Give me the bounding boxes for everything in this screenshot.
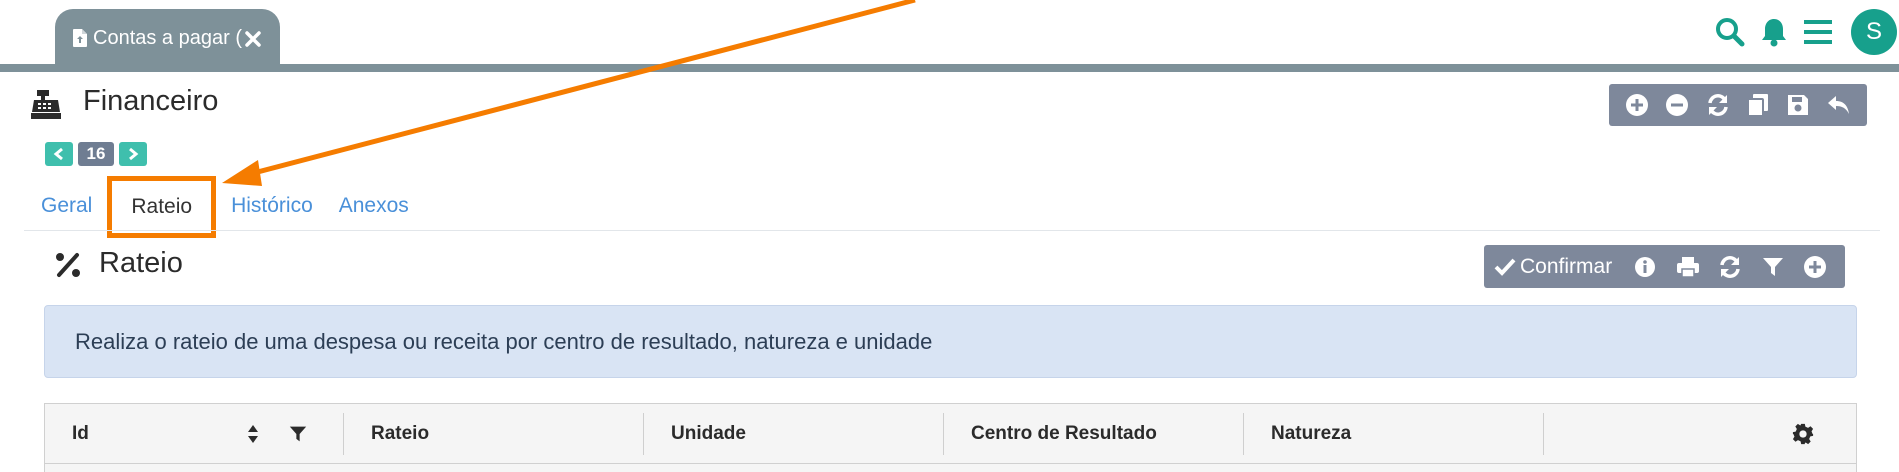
refresh-icon[interactable] [1717,254,1743,280]
info-text: Realiza o rateio de uma despesa ou recei… [75,328,933,354]
plus-circle-icon[interactable] [1802,254,1828,280]
search-icon[interactable] [1713,15,1747,49]
tab-historico[interactable]: Histórico [218,182,326,230]
close-icon[interactable] [244,30,262,48]
rateio-table: Id Rateio Unidade Centro de Resultado Na… [44,403,1857,472]
sort-icon[interactable] [243,424,263,444]
print-icon[interactable] [1675,254,1701,280]
chevron-left-icon [53,147,63,161]
section-tabs: Geral Rateio Histórico Anexos [28,176,422,238]
confirm-label: Confirmar [1520,254,1613,278]
main-toolbar [1609,84,1867,126]
record-number: 16 [78,142,114,166]
top-bar: Contas a pagar ( S [0,0,1899,72]
avatar[interactable]: S [1851,9,1897,55]
previous-record-button[interactable] [45,142,73,166]
undo-icon[interactable] [1826,92,1852,118]
section-toolbar: Confirmar [1484,245,1845,288]
plus-circle-icon[interactable] [1624,92,1650,118]
table-header-row: Id Rateio Unidade Centro de Resultado Na… [45,404,1856,464]
copy-icon[interactable] [1745,92,1771,118]
confirm-button[interactable]: Confirmar [1494,255,1612,279]
column-header-natureza[interactable]: Natureza [1244,404,1544,464]
gear-icon[interactable] [1792,423,1814,445]
info-icon[interactable] [1632,254,1658,280]
topbar-divider [0,64,1899,72]
top-icons: S [1713,8,1899,56]
bell-icon[interactable] [1757,15,1791,49]
chevron-right-icon [129,147,139,161]
percent-icon [56,253,80,277]
tabs-divider [24,230,1880,231]
save-icon[interactable] [1785,92,1811,118]
filter-icon[interactable] [1760,254,1786,280]
open-tab-contas-a-pagar[interactable]: Contas a pagar ( [55,9,280,67]
tab-anexos[interactable]: Anexos [326,182,422,230]
section-title: Rateio [99,247,183,279]
column-header-settings[interactable] [1544,404,1856,464]
tab-rateio[interactable]: Rateio [107,176,217,238]
record-pager: 16 [45,142,147,166]
menu-icon[interactable] [1801,15,1835,49]
column-header-rateio[interactable]: Rateio [344,404,644,464]
open-tab-label: Contas a pagar ( [93,26,242,49]
check-icon [1494,258,1516,276]
tab-geral[interactable]: Geral [28,182,105,230]
column-header-id[interactable]: Id [45,404,344,464]
cash-register-icon [31,90,61,119]
info-alert: Realiza o rateio de uma despesa ou recei… [44,305,1857,378]
filter-icon[interactable] [288,424,308,444]
column-header-unidade[interactable]: Unidade [644,404,944,464]
minus-circle-icon[interactable] [1664,92,1690,118]
column-header-centro-de-resultado[interactable]: Centro de Resultado [944,404,1244,464]
file-icon [73,29,87,47]
page-title: Financeiro [83,85,219,117]
refresh-icon[interactable] [1705,92,1731,118]
next-record-button[interactable] [119,142,147,166]
